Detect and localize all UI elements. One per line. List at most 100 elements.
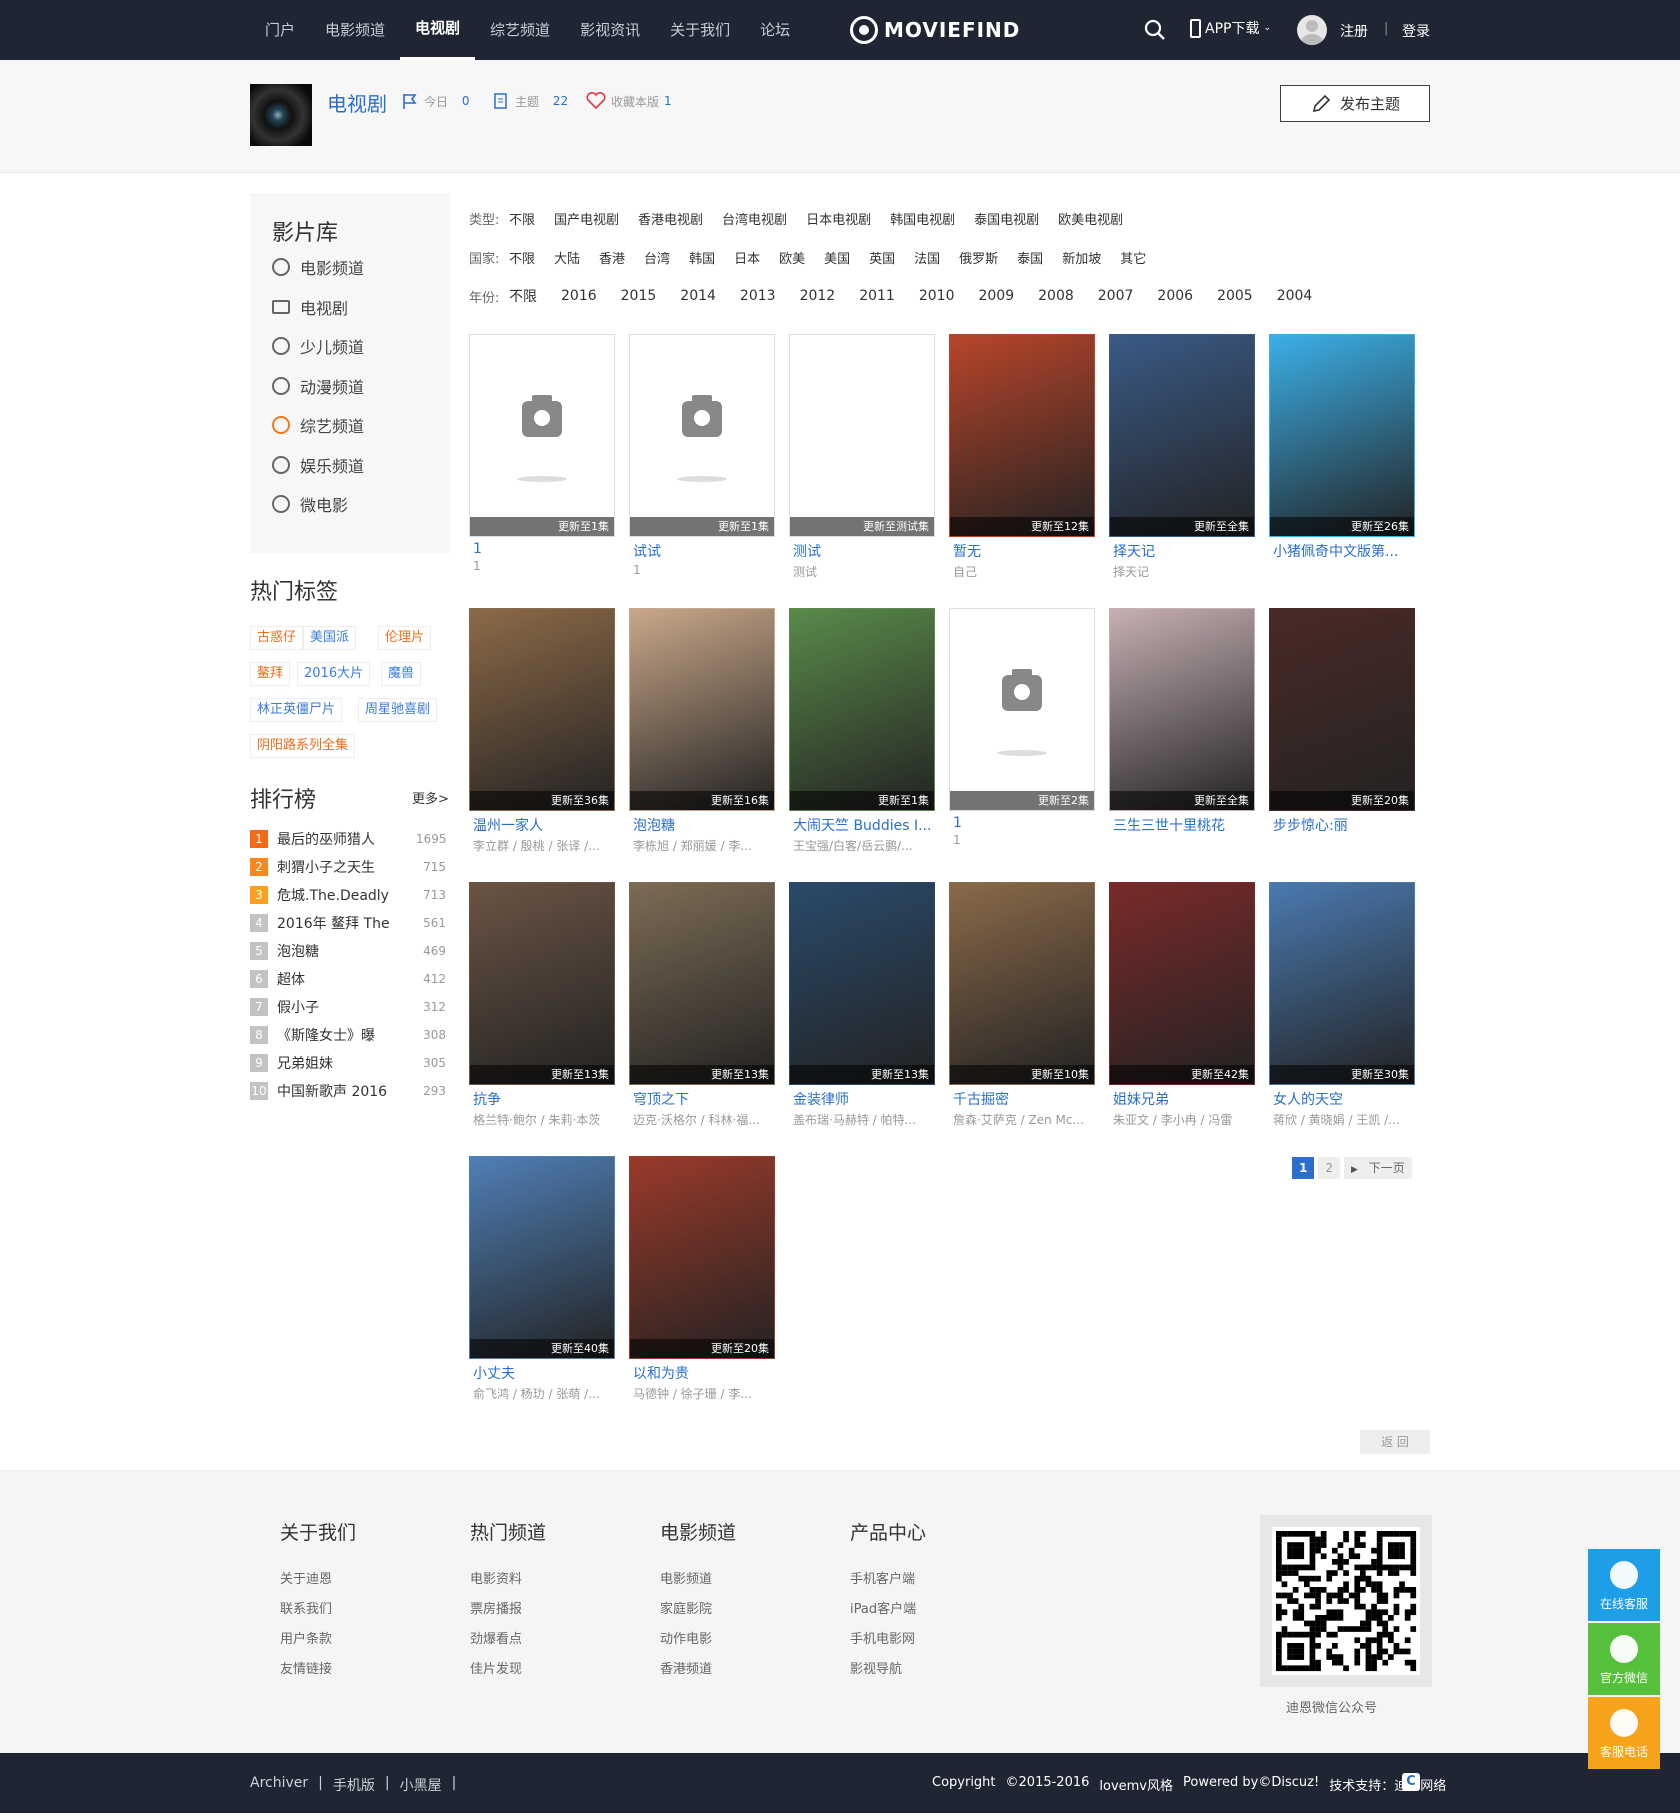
poster-image[interactable]: 更新至13集 xyxy=(629,882,775,1085)
show-card[interactable]: 更新至26集 小猪佩奇中文版第... xyxy=(1269,334,1415,563)
poster-image[interactable]: 更新至40集 xyxy=(469,1156,615,1359)
show-card[interactable]: 更新至42集 姐妹兄弟 朱亚文 / 李小冉 / 冯雷 xyxy=(1109,882,1255,1128)
bottom-link[interactable]: Archiver xyxy=(250,1775,308,1795)
page-2[interactable]: 2 xyxy=(1318,1157,1340,1179)
filter-option[interactable]: 2016 xyxy=(561,288,597,304)
show-card[interactable]: 更新至20集 以和为贵 马德钟 / 徐子珊 / 李... xyxy=(629,1156,775,1402)
show-card[interactable]: 更新至测试集 测试 测试 xyxy=(789,334,935,580)
rank-item[interactable]: 7 假小子 312 xyxy=(250,997,446,1017)
filter-option[interactable]: 2006 xyxy=(1157,288,1193,304)
footer-link[interactable]: 电影资料 xyxy=(470,1565,546,1595)
rank-item[interactable]: 5 泡泡糖 469 xyxy=(250,941,446,961)
bottom-link[interactable]: 手机版 xyxy=(333,1775,375,1795)
filter-option[interactable]: 2012 xyxy=(800,288,836,304)
filter-option[interactable]: 2009 xyxy=(978,288,1014,304)
show-title[interactable]: 试试 xyxy=(629,541,775,561)
show-title[interactable]: 1 xyxy=(469,541,615,557)
poster-image[interactable]: 更新至1集 xyxy=(789,608,935,811)
tag[interactable]: 阴阳路系列全集 xyxy=(250,734,356,758)
rank-item[interactable]: 1 最后的巫师猎人 1695 xyxy=(250,829,447,849)
filter-option[interactable]: 2014 xyxy=(680,288,716,304)
tag[interactable]: 鳌拜 xyxy=(250,662,291,686)
rank-item[interactable]: 10 中国新歌声 2016 293 xyxy=(250,1081,446,1101)
poster-image[interactable]: 更新至20集 xyxy=(629,1156,775,1359)
tag[interactable]: 周星驰喜剧 xyxy=(358,698,438,722)
poster-image[interactable]: 更新至1集 xyxy=(629,334,775,537)
filter-option[interactable]: 欧美 xyxy=(779,248,805,267)
show-title[interactable]: 1 xyxy=(949,815,1095,831)
footer-link[interactable]: 票房播报 xyxy=(470,1595,546,1625)
filter-option[interactable]: 香港 xyxy=(599,248,625,267)
app-download-menu[interactable]: APP下载 ⌄ xyxy=(1190,18,1271,38)
back-button[interactable]: 返 回 xyxy=(1360,1430,1430,1454)
login-link[interactable]: 登录 xyxy=(1402,21,1430,41)
show-card[interactable]: 更新至36集 温州一家人 李立群 / 殷桃 / 张译 /... xyxy=(469,608,615,854)
sidebar-item[interactable]: 电视剧 xyxy=(272,295,348,319)
rank-item[interactable]: 3 危城.The.Deadly 713 xyxy=(250,885,446,905)
footer-link[interactable]: 劲爆看点 xyxy=(470,1625,546,1655)
register-link[interactable]: 注册 xyxy=(1340,21,1368,41)
bottom-link[interactable]: 小黑屋 xyxy=(400,1775,442,1795)
poster-image[interactable]: 更新至12集 xyxy=(949,334,1095,537)
nav-item[interactable]: 论坛 xyxy=(745,0,805,60)
nav-item[interactable]: 电视剧 xyxy=(400,0,476,60)
footer-link[interactable]: 用户条款 xyxy=(280,1625,356,1655)
filter-option[interactable]: 台湾电视剧 xyxy=(722,209,787,228)
show-title[interactable]: 千古掘密 xyxy=(949,1089,1095,1109)
tag[interactable]: 伦理片 xyxy=(378,626,432,650)
show-card[interactable]: 更新至1集 试试 1 xyxy=(629,334,775,577)
poster-image[interactable]: 更新至1集 xyxy=(469,334,615,537)
show-title[interactable]: 小猪佩奇中文版第... xyxy=(1269,541,1415,561)
filter-option[interactable]: 法国 xyxy=(914,248,940,267)
filter-option[interactable]: 2011 xyxy=(859,288,895,304)
filter-option[interactable]: 英国 xyxy=(869,248,895,267)
rank-item[interactable]: 8 《斯隆女士》曝 308 xyxy=(250,1025,446,1045)
show-card[interactable]: 更新至1集 大闹天竺 Buddies I... 王宝强/白客/岳云鹏/... xyxy=(789,608,935,854)
filter-option[interactable]: 泰国电视剧 xyxy=(974,209,1039,228)
rank-item[interactable]: 6 超体 412 xyxy=(250,969,446,989)
nav-item[interactable]: 影视资讯 xyxy=(565,0,655,60)
show-title[interactable]: 穹顶之下 xyxy=(629,1089,775,1109)
show-title[interactable]: 姐妹兄弟 xyxy=(1109,1089,1255,1109)
poster-image[interactable]: 更新至测试集 xyxy=(789,334,935,537)
show-title[interactable]: 泡泡糖 xyxy=(629,815,775,835)
filter-option[interactable]: 2013 xyxy=(740,288,776,304)
search-icon[interactable] xyxy=(1144,19,1166,41)
show-title[interactable]: 大闹天竺 Buddies I... xyxy=(789,815,935,835)
show-title[interactable]: 小丈夫 xyxy=(469,1363,615,1383)
filter-option[interactable]: 其它 xyxy=(1120,248,1146,267)
filter-option[interactable]: 台湾 xyxy=(644,248,670,267)
nav-item[interactable]: 综艺频道 xyxy=(475,0,565,60)
filter-option[interactable]: 美国 xyxy=(824,248,850,267)
show-card[interactable]: 更新至2集 1 1 xyxy=(949,608,1095,847)
show-title[interactable]: 暂无 xyxy=(949,541,1095,561)
site-logo[interactable]: MOVIEFIND xyxy=(850,14,1020,46)
show-title[interactable]: 测试 xyxy=(789,541,935,561)
footer-link[interactable]: 佳片发现 xyxy=(470,1655,546,1685)
poster-image[interactable]: 更新至全集 xyxy=(1109,608,1255,811)
footer-link[interactable]: 联系我们 xyxy=(280,1595,356,1625)
footer-link[interactable]: 影视导航 xyxy=(850,1655,926,1685)
footer-link[interactable]: 家庭影院 xyxy=(660,1595,736,1625)
poster-image[interactable]: 更新至30集 xyxy=(1269,882,1415,1085)
filter-option[interactable]: 泰国 xyxy=(1017,248,1043,267)
poster-image[interactable]: 更新至13集 xyxy=(469,882,615,1085)
poster-image[interactable]: 更新至10集 xyxy=(949,882,1095,1085)
footer-link[interactable]: 手机客户端 xyxy=(850,1565,926,1595)
poster-image[interactable]: 更新至16集 xyxy=(629,608,775,811)
rank-item[interactable]: 4 2016年 鳌拜 The 561 xyxy=(250,913,446,933)
nav-item[interactable]: 电影频道 xyxy=(310,0,400,60)
nav-item[interactable]: 门户 xyxy=(250,0,310,60)
footer-link[interactable]: iPad客户端 xyxy=(850,1595,926,1625)
poster-image[interactable]: 更新至全集 xyxy=(1109,334,1255,537)
poster-image[interactable]: 更新至20集 xyxy=(1269,608,1415,811)
filter-option[interactable]: 新加坡 xyxy=(1062,248,1101,267)
sidebar-item[interactable]: 少儿频道 xyxy=(272,334,364,358)
show-title[interactable]: 步步惊心:丽 xyxy=(1269,815,1415,835)
next-page-button[interactable]: ▶ 下一页 xyxy=(1344,1157,1412,1179)
show-title[interactable]: 以和为贵 xyxy=(629,1363,775,1383)
show-title[interactable]: 金装律师 xyxy=(789,1089,935,1109)
tag[interactable]: 古惑仔 xyxy=(250,626,304,650)
sidebar-item[interactable]: 动漫频道 xyxy=(272,374,364,398)
show-card[interactable]: 更新至1集 1 1 xyxy=(469,334,615,573)
